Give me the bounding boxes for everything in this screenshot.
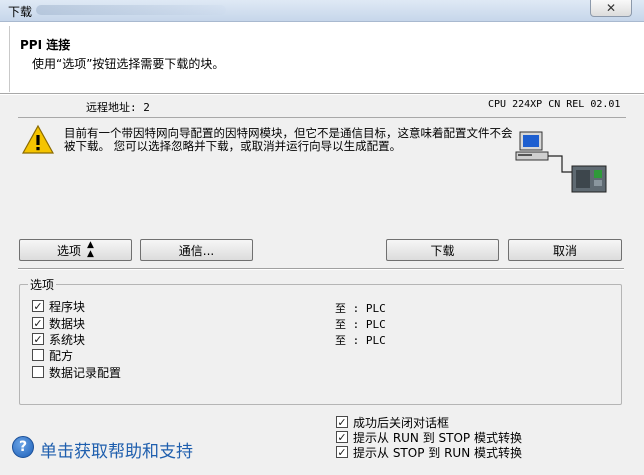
program-block-target: 至 : PLC bbox=[335, 302, 386, 315]
cpu-info: CPU 224XP CN REL 02.01 bbox=[488, 99, 621, 110]
options-button-label: 选项 bbox=[57, 243, 82, 258]
title-bar-blur bbox=[36, 5, 226, 15]
recipe-label: 配方 bbox=[49, 348, 74, 363]
options-button[interactable]: 选项 ▲ ▲ bbox=[19, 239, 132, 261]
warning-separator bbox=[18, 117, 626, 118]
program-block-checkbox[interactable]: ✓ bbox=[32, 300, 44, 312]
data-log-config-checkbox-row[interactable]: 数据记录配置 bbox=[32, 364, 121, 380]
prompt-stop-to-run-checkbox[interactable]: ✓ bbox=[336, 446, 348, 458]
header-subtitle: 使用“选项”按钮选择需要下载的块。 bbox=[32, 57, 225, 71]
prompt-stop-to-run-row[interactable]: ✓ 提示从 STOP 到 RUN 模式转换 bbox=[336, 444, 522, 460]
data-block-target: 至 : PLC bbox=[335, 318, 386, 331]
close-icon: ✕ bbox=[605, 0, 617, 15]
close-button[interactable]: ✕ bbox=[590, 0, 632, 17]
data-block-label: 数据块 bbox=[49, 316, 86, 331]
system-block-label: 系统块 bbox=[49, 332, 86, 347]
prompt-run-to-stop-checkbox[interactable]: ✓ bbox=[336, 431, 348, 443]
options-group-label: 选项 bbox=[28, 276, 57, 293]
collapse-chevron-icon: ▲ ▲ bbox=[87, 240, 94, 259]
remote-address: 远程地址: 2 bbox=[86, 101, 150, 114]
help-link[interactable]: 单击获取帮助和支持 bbox=[40, 437, 193, 462]
recipe-checkbox-row[interactable]: 配方 bbox=[32, 347, 73, 363]
prompt-stop-to-run-label: 提示从 STOP 到 RUN 模式转换 bbox=[353, 445, 522, 460]
program-block-label: 程序块 bbox=[49, 299, 86, 314]
data-block-checkbox-row[interactable]: ✓ 数据块 bbox=[32, 315, 85, 331]
communication-button-label: 通信... bbox=[178, 243, 215, 258]
header-panel: PPI 连接 使用“选项”按钮选择需要下载的块。 bbox=[0, 22, 644, 94]
header-title: PPI 连接 bbox=[20, 38, 71, 52]
data-log-config-label: 数据记录配置 bbox=[49, 365, 122, 380]
download-button-label: 下载 bbox=[430, 243, 455, 258]
warning-icon bbox=[22, 124, 54, 154]
window-title: 下载 bbox=[8, 5, 33, 19]
options-groupbox bbox=[19, 284, 622, 405]
system-block-checkbox[interactable]: ✓ bbox=[32, 333, 44, 345]
recipe-checkbox[interactable] bbox=[32, 349, 44, 361]
header-separator-highlight bbox=[0, 94, 644, 95]
buttons-divider-highlight bbox=[18, 269, 624, 270]
header-side-line bbox=[9, 26, 10, 92]
system-block-checkbox-row[interactable]: ✓ 系统块 bbox=[32, 331, 85, 347]
title-bar: 下载 ✕ bbox=[0, 0, 644, 22]
close-on-success-checkbox[interactable]: ✓ bbox=[336, 416, 348, 428]
cancel-button[interactable]: 取消 bbox=[508, 239, 622, 261]
system-block-target: 至 : PLC bbox=[335, 334, 386, 347]
data-log-config-checkbox[interactable] bbox=[32, 366, 44, 378]
download-button[interactable]: 下载 bbox=[386, 239, 499, 261]
data-block-checkbox[interactable]: ✓ bbox=[32, 317, 44, 329]
program-block-checkbox-row[interactable]: ✓ 程序块 bbox=[32, 298, 85, 314]
communication-button[interactable]: 通信... bbox=[140, 239, 253, 261]
help-icon[interactable]: ? bbox=[12, 436, 34, 458]
warning-text: 目前有一个带因特网向导配置的因特网模块，但它不是通信目标，这意味着配置文件不会被… bbox=[64, 126, 513, 153]
cancel-button-label: 取消 bbox=[552, 243, 577, 258]
pc-plc-connection-icon bbox=[515, 131, 607, 193]
